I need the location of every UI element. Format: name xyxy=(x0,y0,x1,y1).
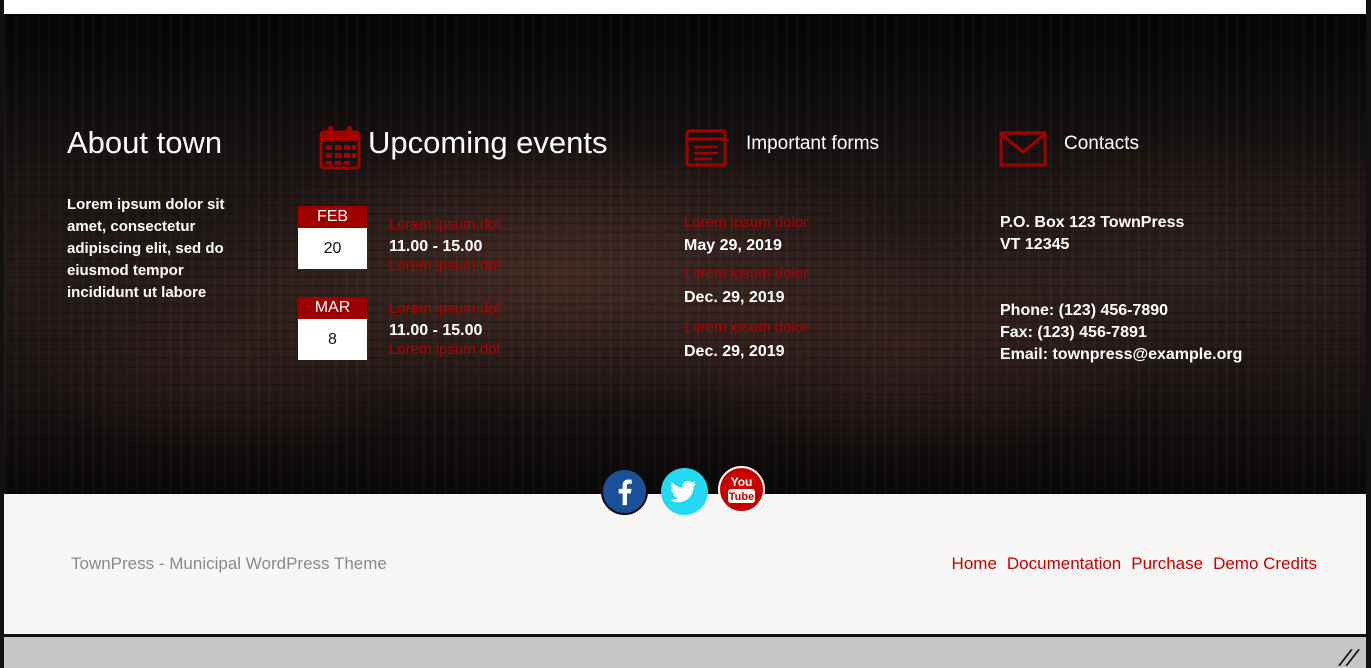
forms-icon xyxy=(685,129,727,167)
form-link[interactable]: Lorem ipsum dolor xyxy=(684,265,808,282)
footer-link-demo-credits[interactable]: Demo Credits xyxy=(1213,554,1317,574)
event-subtitle: Lorem ipsum dol xyxy=(389,257,500,274)
calendar-icon xyxy=(319,126,361,170)
event-date-badge: MAR 8 xyxy=(298,297,367,360)
window-left-edge xyxy=(0,0,4,668)
footer-link-documentation[interactable]: Documentation xyxy=(1007,554,1121,574)
youtube-text-top: You xyxy=(731,475,753,489)
window-right-edge xyxy=(1366,0,1371,668)
twitter-icon[interactable] xyxy=(661,468,708,515)
facebook-icon[interactable] xyxy=(601,468,648,515)
youtube-icon[interactable]: You Tube xyxy=(718,466,765,513)
upcoming-events-title: Upcoming events xyxy=(368,125,608,160)
envelope-icon xyxy=(999,131,1047,167)
contact-phone: Phone: (123) 456-7890 xyxy=(1000,302,1169,319)
event-subtitle: Lorem ipsum dol xyxy=(389,341,500,358)
site-footer: TownPress - Municipal WordPress Theme Ho… xyxy=(4,494,1366,634)
window-status-bar: // xyxy=(0,634,1371,668)
event-time: 11.00 - 15.00 xyxy=(389,322,483,339)
window-top-edge xyxy=(0,0,1371,14)
event-date-badge: FEB 20 xyxy=(298,206,367,269)
event-link[interactable]: Lorem ipsum dol xyxy=(389,300,500,317)
about-town-text: Lorem ipsum dolor sit amet, consectetur … xyxy=(67,196,225,301)
footer-link-purchase[interactable]: Purchase xyxy=(1131,554,1203,574)
form-link[interactable]: Lorem ipsum dolor xyxy=(684,214,808,231)
event-month: FEB xyxy=(298,206,367,228)
form-link[interactable]: Lorem ipsum dolor xyxy=(684,319,808,336)
event-time: 11.00 - 15.00 xyxy=(389,238,483,255)
form-date: Dec. 29, 2019 xyxy=(684,289,785,306)
important-forms-title: Important forms xyxy=(746,133,880,154)
event-day: 20 xyxy=(298,228,367,269)
event-day: 8 xyxy=(298,319,367,360)
footer-nav: Home Documentation Purchase Demo Credits xyxy=(952,554,1317,574)
contacts-title: Contacts xyxy=(1064,133,1139,154)
event-link[interactable]: Lorem ipsum dol xyxy=(389,216,500,233)
contact-address-line1: P.O. Box 123 TownPress xyxy=(1000,214,1185,231)
footer-copyright: TownPress - Municipal WordPress Theme xyxy=(71,554,387,573)
about-town-title: About town xyxy=(67,125,223,160)
contact-fax: Fax: (123) 456-7891 xyxy=(1000,324,1147,341)
contact-email[interactable]: Email: townpress@example.org xyxy=(1000,346,1242,364)
resize-grip-icon[interactable]: // xyxy=(1337,645,1363,668)
form-date: May 29, 2019 xyxy=(684,237,782,254)
form-date: Dec. 29, 2019 xyxy=(684,343,785,360)
contact-address-line2: VT 12345 xyxy=(1000,236,1070,253)
youtube-text-bottom: Tube xyxy=(729,491,754,503)
event-month: MAR xyxy=(298,297,367,319)
footer-link-home[interactable]: Home xyxy=(952,554,997,574)
